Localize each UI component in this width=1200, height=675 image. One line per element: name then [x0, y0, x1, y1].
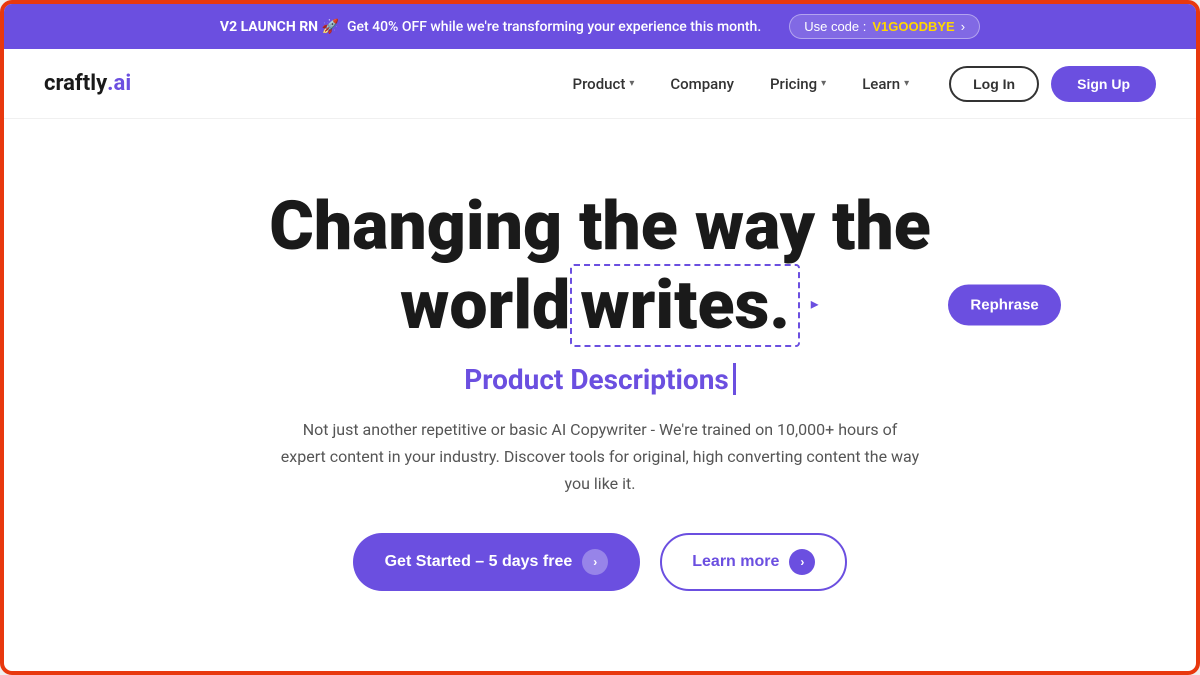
nav-company-label: Company: [670, 75, 734, 93]
banner-code-button[interactable]: Use code : V1GOODBYE ›: [789, 14, 980, 39]
banner-launch-label: V2 LAUNCH RN 🚀: [220, 19, 339, 35]
chevron-down-icon: ▾: [904, 78, 909, 89]
logo-craftly: craftly: [44, 71, 107, 96]
promo-banner: V2 LAUNCH RN 🚀 Get 40% OFF while we're t…: [4, 4, 1196, 49]
nav-learn[interactable]: Learn ▾: [862, 75, 909, 93]
get-started-label: Get Started – 5 days free: [385, 553, 573, 571]
chevron-down-icon: ▾: [821, 78, 826, 89]
logo[interactable]: craftly.ai: [44, 71, 131, 96]
hero-title-line1: Changing the way the: [269, 189, 931, 264]
hero-title-prefix: world: [400, 268, 570, 343]
hero-title: Changing the way the world writes. ▸ Rep…: [269, 189, 931, 347]
chevron-down-icon: ▾: [629, 78, 634, 89]
arrow-right-icon: ›: [789, 549, 815, 575]
nav-product-label: Product: [573, 75, 626, 93]
hero-writes-highlight: writes.: [570, 264, 800, 347]
learn-more-button[interactable]: Learn more ›: [660, 533, 847, 591]
typed-content: Product Descriptions: [464, 363, 729, 396]
banner-offer-text: Get 40% OFF while we're transforming you…: [347, 19, 761, 35]
login-button[interactable]: Log In: [949, 66, 1039, 102]
get-started-button[interactable]: Get Started – 5 days free ›: [353, 533, 641, 591]
learn-more-label: Learn more: [692, 553, 779, 571]
nav-product[interactable]: Product ▾: [573, 75, 635, 93]
navbar: craftly.ai Product ▾ Company Pricing ▾ L…: [4, 49, 1196, 119]
banner-code-prefix: Use code :: [804, 19, 866, 34]
arrow-right-icon: ›: [582, 549, 608, 575]
nav-links: Product ▾ Company Pricing ▾ Learn ▾: [573, 75, 910, 93]
arrow-connector-icon: ▸: [811, 297, 818, 312]
banner-code-value: V1GOODBYE: [872, 19, 954, 34]
logo-ai: ai: [114, 71, 132, 96]
typed-cursor: [733, 363, 736, 395]
signup-button[interactable]: Sign Up: [1051, 66, 1156, 102]
nav-pricing[interactable]: Pricing ▾: [770, 75, 826, 93]
hero-title-line2: world writes. ▸ Rephrase: [269, 264, 931, 347]
hero-cta-group: Get Started – 5 days free › Learn more ›: [353, 533, 848, 591]
rephrase-button[interactable]: Rephrase: [948, 285, 1060, 326]
hero-description: Not just another repetitive or basic AI …: [280, 416, 920, 498]
banner-arrow-icon: ›: [961, 19, 965, 34]
nav-learn-label: Learn: [862, 75, 900, 93]
hero-section: Changing the way the world writes. ▸ Rep…: [4, 119, 1196, 671]
banner-text: V2 LAUNCH RN 🚀 Get 40% OFF while we're t…: [220, 19, 761, 35]
nav-company[interactable]: Company: [670, 75, 734, 93]
nav-actions: Log In Sign Up: [949, 66, 1156, 102]
nav-pricing-label: Pricing: [770, 75, 817, 93]
hero-typed-text: Product Descriptions: [464, 363, 736, 396]
hero-writes-box: writes. ▸: [570, 264, 800, 347]
page-wrapper: V2 LAUNCH RN 🚀 Get 40% OFF while we're t…: [0, 0, 1200, 675]
